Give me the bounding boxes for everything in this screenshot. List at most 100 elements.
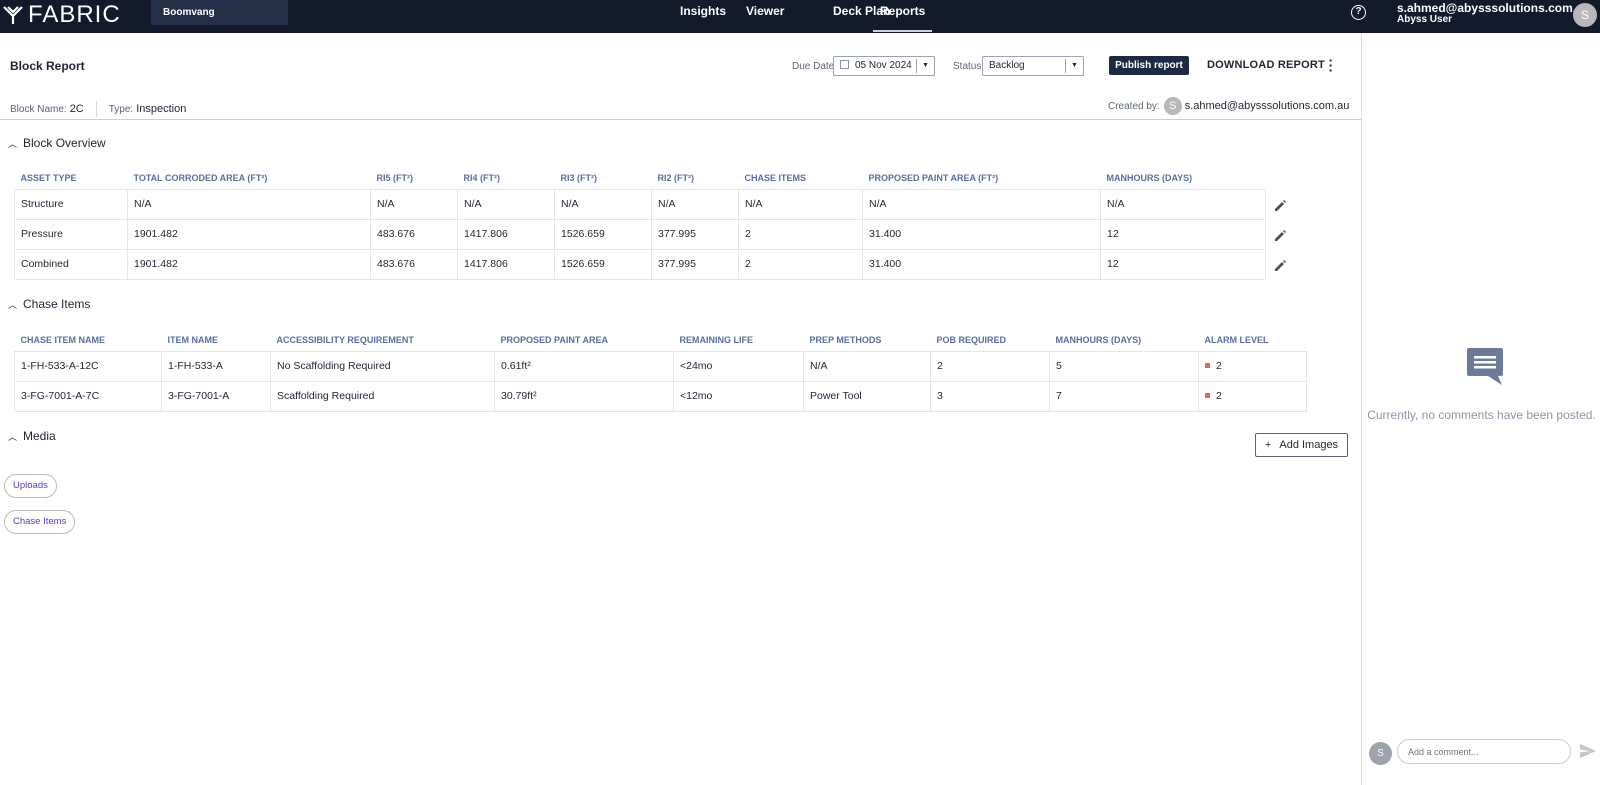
alarm-indicator xyxy=(1205,363,1210,368)
column-header[interactable]: MANHOURS (DAYS) xyxy=(1050,329,1199,351)
column-header[interactable]: REMAINING LIFE xyxy=(674,329,804,351)
block-name-label: Block Name: xyxy=(10,103,67,115)
table-cell: 377.995 xyxy=(651,218,739,250)
block-overview-title: Block Overview xyxy=(23,136,106,150)
chase-items-chip[interactable]: Chase Items xyxy=(4,510,76,534)
user-email: s.ahmed@abysssolutions.com.au xyxy=(1397,1,1591,15)
due-date-value: 05 Nov 2024 xyxy=(855,60,912,71)
column-header[interactable]: ALARM LEVEL xyxy=(1199,329,1307,351)
column-header[interactable]: RI3 (FT²) xyxy=(555,167,652,189)
table-cell: N/A xyxy=(1100,188,1266,220)
column-header[interactable]: PROPOSED PAINT AREA xyxy=(495,329,674,351)
table-cell: 1417.806 xyxy=(457,248,555,280)
alarm-cell: 2 xyxy=(1198,380,1307,412)
chevron-down-icon[interactable]: ▼ xyxy=(1065,59,1083,73)
column-header[interactable]: PREP METHODS xyxy=(804,329,931,351)
column-header[interactable]: ACCESSIBILITY REQUIREMENT xyxy=(271,329,495,351)
media-toggle[interactable]: ︿ Media xyxy=(8,429,56,443)
table-cell: 1417.806 xyxy=(457,218,555,250)
status-label: Status xyxy=(953,61,982,72)
nav-reports[interactable]: Reports xyxy=(872,0,933,33)
comments-panel: Currently, no comments have been posted.… xyxy=(1361,33,1600,785)
edit-icon[interactable] xyxy=(1273,259,1287,273)
uploads-chip[interactable]: Uploads xyxy=(4,474,57,498)
table-cell: 3-FG-7001-A-7C xyxy=(14,380,162,412)
no-comments-message: Currently, no comments have been posted. xyxy=(1367,408,1596,422)
due-date-picker[interactable]: 05 Nov 2024 ▼ xyxy=(833,56,935,76)
table-cell: N/A xyxy=(862,188,1101,220)
column-header[interactable]: TOTAL CORRODED AREA (FT²) xyxy=(128,167,371,189)
commenter-avatar: S xyxy=(1369,742,1392,765)
table-cell: 1-FH-533-A-12C xyxy=(14,350,162,382)
download-report-button[interactable]: DOWNLOAD REPORT xyxy=(1207,59,1325,71)
table-cell: 1526.659 xyxy=(554,248,652,280)
edit-icon[interactable] xyxy=(1273,199,1287,213)
chase-items-toggle[interactable]: ︿ Chase Items xyxy=(8,297,90,311)
table-row: Pressure 1901.482 483.676 1417.806 1526.… xyxy=(14,218,1266,250)
created-by-label: Created by: xyxy=(1108,100,1160,112)
block-overview-toggle[interactable]: ︿ Block Overview xyxy=(8,136,106,150)
add-images-label: Add Images xyxy=(1279,439,1339,451)
creator-avatar: S xyxy=(1163,97,1182,115)
chevron-down-icon[interactable]: ▼ xyxy=(916,59,934,73)
table-cell: 7 xyxy=(1049,380,1199,412)
column-header[interactable]: POB REQUIRED xyxy=(931,329,1050,351)
table-cell: N/A xyxy=(554,188,652,220)
column-header[interactable]: ASSET TYPE xyxy=(15,167,128,189)
user-avatar[interactable]: S xyxy=(1573,3,1597,27)
table-row[interactable]: 1-FH-533-A-12C 1-FH-533-A No Scaffolding… xyxy=(14,350,1307,382)
chevron-up-icon: ︿ xyxy=(8,431,18,442)
chase-items-table: CHASE ITEM NAME ITEM NAME ACCESSIBILITY … xyxy=(14,329,1307,412)
table-cell: No Scaffolding Required xyxy=(270,350,495,382)
add-images-button[interactable]: + Add Images xyxy=(1255,433,1348,457)
edit-icon[interactable] xyxy=(1273,229,1287,243)
send-icon[interactable] xyxy=(1580,744,1596,758)
table-cell: 1-FH-533-A xyxy=(161,350,271,382)
column-header[interactable]: PROPOSED PAINT AREA (FT²) xyxy=(863,167,1101,189)
more-options-icon[interactable]: · · · xyxy=(1327,53,1335,77)
status-select[interactable]: Backlog ▼ xyxy=(982,56,1084,76)
due-date-label: Due Date xyxy=(792,61,835,72)
header-divider xyxy=(0,119,1361,120)
column-header[interactable]: RI5 (FT²) xyxy=(371,167,458,189)
type-label: Type: xyxy=(108,103,134,115)
table-row[interactable]: 3-FG-7001-A-7C 3-FG-7001-A Scaffolding R… xyxy=(14,380,1307,412)
table-cell: 2 xyxy=(930,350,1050,382)
alarm-cell: 2 xyxy=(1198,350,1307,382)
meta-divider xyxy=(95,101,97,117)
help-icon[interactable]: ? xyxy=(1351,5,1366,20)
column-header[interactable]: CHASE ITEMS xyxy=(739,167,863,189)
nav-insights[interactable]: Insights xyxy=(680,0,726,33)
block-overview-table: ASSET TYPE TOTAL CORRODED AREA (FT²) RI5… xyxy=(14,167,1266,280)
table-cell: 31.400 xyxy=(862,248,1101,280)
table-cell: 0.61ft² xyxy=(494,350,674,382)
table-cell: Scaffolding Required xyxy=(270,380,495,412)
top-bar: FABRIC Boomvang Insights Viewer Deck Pla… xyxy=(0,0,1600,33)
created-by: Created by: S s.ahmed@abysssolutions.com… xyxy=(1108,97,1349,115)
column-header[interactable]: MANHOURS (DAYS) xyxy=(1101,167,1266,189)
column-header[interactable]: ITEM NAME xyxy=(162,329,271,351)
table-cell: Structure xyxy=(14,188,128,220)
table-cell: 3 xyxy=(930,380,1050,412)
plus-icon: + xyxy=(1264,439,1272,451)
column-header[interactable]: RI2 (FT²) xyxy=(652,167,739,189)
table-cell: Pressure xyxy=(14,218,128,250)
column-header[interactable]: RI4 (FT²) xyxy=(458,167,555,189)
status-value: Backlog xyxy=(989,60,1025,71)
creator-email: s.ahmed@abysssolutions.com.au xyxy=(1184,100,1350,112)
table-cell: N/A xyxy=(370,188,458,220)
table-cell: 3-FG-7001-A xyxy=(161,380,271,412)
block-meta: Block Name: 2C Type: Inspection xyxy=(10,101,186,117)
table-cell: 31.400 xyxy=(862,218,1101,250)
publish-report-button[interactable]: Publish report xyxy=(1109,56,1189,75)
column-header[interactable]: CHASE ITEM NAME xyxy=(15,329,162,351)
type-value: Inspection xyxy=(136,103,187,115)
comment-input[interactable] xyxy=(1397,739,1571,764)
table-cell: 1901.482 xyxy=(127,218,371,250)
table-cell: Power Tool xyxy=(803,380,931,412)
table-cell: N/A xyxy=(803,350,931,382)
comment-icon xyxy=(1467,348,1503,385)
report-main: Block Report Due Date 05 Nov 2024 ▼ Stat… xyxy=(0,33,1361,785)
table-cell: Combined xyxy=(14,248,128,280)
nav-viewer[interactable]: Viewer xyxy=(746,0,784,33)
